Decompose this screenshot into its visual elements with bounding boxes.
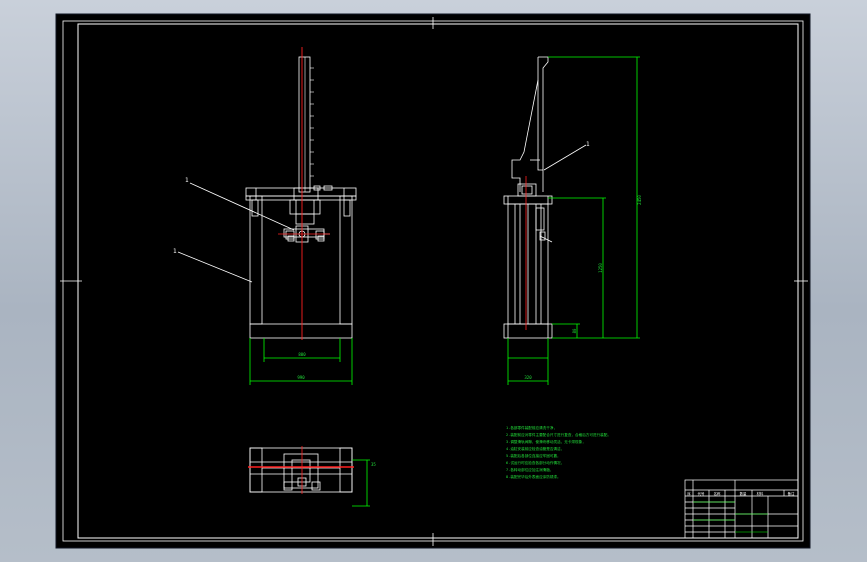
dim-side-cylinder-height: 1250 [598, 263, 603, 273]
note-line: 5.装配后各部位连接应牢固可靠， [506, 453, 561, 458]
dim-top-view-depth: 35 [371, 462, 376, 467]
note-line: 2.装配前应对零件主要配合尺寸进行复查，合格后方可进行装配。 [506, 432, 611, 437]
front-part-leader-1: 1 [185, 177, 189, 184]
header-label: 备注 [788, 491, 795, 496]
drawing-sheet [55, 13, 811, 549]
cad-drawing: 800 990 1 1 2450 1250 80 320 1 35 1.各部零件… [55, 13, 811, 549]
dim-front-inner-width: 800 [298, 352, 306, 357]
dim-side-overall-height: 2450 [637, 195, 642, 205]
note-line: 6.试运行时应检查各部分动作情况， [506, 460, 564, 465]
dim-side-base-width: 320 [524, 375, 532, 380]
dim-side-base-height: 80 [572, 328, 577, 333]
note-line: 8.装配完毕后外表面应涂防锈漆。 [506, 474, 561, 479]
header-label: 代号 [698, 491, 705, 496]
dim-front-outer-width: 990 [297, 375, 305, 380]
side-part-leader-1: 1 [586, 141, 590, 148]
header-label: 材料 [757, 491, 764, 496]
header-label: 名称 [714, 491, 721, 496]
note-line: 3.调整滑轨间隙，使滑块移动灵活，无卡滞现象， [506, 439, 586, 444]
note-line: 4.油缸安装前应检查油管是否清洁， [506, 446, 564, 451]
note-line: 1.各部零件装配前应清洗干净， [506, 425, 557, 430]
cad-viewport[interactable]: 800 990 1 1 2450 1250 80 320 1 35 1.各部零件… [0, 0, 867, 562]
front-part-leader-2: 1 [173, 248, 177, 255]
header-label: 数量 [740, 491, 747, 496]
note-line: 7.各转动部位应加注润滑脂， [506, 467, 553, 472]
